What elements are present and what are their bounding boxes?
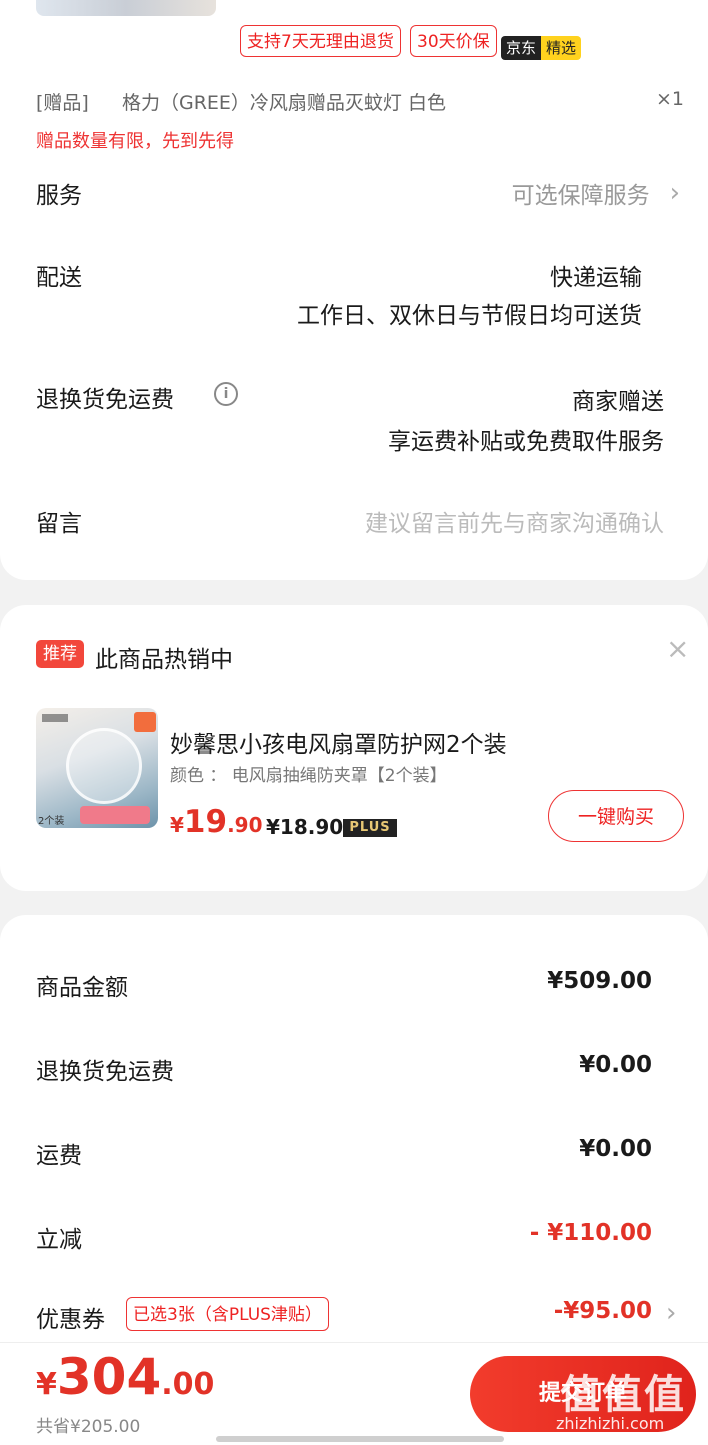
return-freight-sum-value: ¥0.00 (579, 1052, 652, 1078)
site-watermark-url: zhizhizhi.com (556, 1414, 665, 1433)
message-label: 留言 (36, 511, 82, 537)
chevron-right-icon: › (669, 178, 680, 208)
return-freight-sum-label: 退换货免运费 (36, 1059, 174, 1085)
coupon-label: 优惠券 (36, 1307, 105, 1333)
discount-value: - ¥110.00 (529, 1220, 652, 1246)
price-integer: 19 (183, 804, 228, 840)
fan-cover-graphic (66, 728, 142, 804)
goods-amount-value: ¥509.00 (547, 968, 652, 994)
jd-badge-part2: 精选 (541, 36, 582, 60)
saved-amount: 共省¥205.00 (36, 1417, 141, 1437)
delivery-label: 配送 (36, 265, 82, 291)
coupon-selected-chip[interactable]: 已选3张（含PLUS津贴） (126, 1297, 329, 1331)
product-thumbnail[interactable] (36, 0, 216, 16)
recommend-product-name[interactable]: 妙馨思小孩电风扇罩防护网2个装 (170, 725, 507, 759)
freight-label: 运费 (36, 1143, 82, 1169)
total-integer: 304 (56, 1348, 162, 1406)
gift-name: 格力（GREE）冷风扇赠品灭蚊灯 白色 (122, 92, 446, 114)
message-input[interactable]: 建议留言前先与商家沟通确认 (365, 504, 664, 538)
gift-prefix: [赠品] (36, 92, 89, 114)
coupon-chevron-icon[interactable]: › (666, 1298, 676, 1328)
info-icon[interactable]: i (214, 382, 238, 406)
goods-amount-label: 商品金额 (36, 975, 128, 1001)
order-info-card: 支持7天无理由退货 30天价保 京东 精选 [赠品] 格力（GREE）冷风扇赠品… (0, 0, 708, 580)
price-decimal: .90 (227, 813, 263, 837)
home-indicator[interactable] (216, 1436, 504, 1442)
recommend-price: ¥ 19 .90 (170, 804, 263, 840)
freight-value: ¥0.00 (579, 1136, 652, 1162)
recommend-product-image[interactable]: 2个装 (36, 708, 158, 828)
return-policy-tag: 支持7天无理由退货 (240, 25, 401, 57)
recommend-product-spec: 颜色 ： 电风扇抽绳防夹罩【2个装】 (170, 766, 447, 786)
plus-price: ¥18.90 (266, 815, 344, 839)
promo-heart-icon (134, 712, 156, 732)
plus-badge: PLUS (343, 819, 397, 837)
return-freight-value: 商家赠送 (572, 389, 664, 415)
gift-note: 赠品数量有限，先到先得 (36, 131, 234, 152)
close-icon[interactable]: × (666, 632, 689, 665)
image-promo-strip (80, 806, 150, 824)
one-click-buy-button[interactable]: 一键购买 (548, 790, 684, 842)
service-value: 可选保障服务 (511, 183, 650, 209)
total-decimal: .00 (161, 1367, 215, 1402)
delivery-time: 工作日、双休日与节假日均可送货 (297, 303, 642, 329)
order-total: ¥ 304 .00 (36, 1348, 214, 1406)
image-tag: 2个装 (38, 816, 65, 827)
discount-label: 立减 (36, 1227, 82, 1253)
return-freight-label: 退换货免运费 (36, 387, 174, 413)
total-currency: ¥ (36, 1367, 57, 1402)
service-label: 服务 (36, 183, 82, 209)
service-selector[interactable]: 可选保障服务 › (512, 176, 680, 210)
gift-quantity: ×1 (655, 88, 684, 110)
recommend-badge: 推荐 (36, 640, 84, 668)
jd-selected-badge: 京东 精选 (501, 36, 582, 60)
delivery-method[interactable]: 快递运输 (550, 258, 642, 292)
recommend-title: 此商品热销中 (95, 647, 233, 673)
site-watermark: 值值值 (560, 1372, 686, 1418)
price-protect-tag: 30天价保 (410, 25, 497, 57)
price-symbol: ¥ (170, 813, 184, 837)
jd-badge-part1: 京东 (501, 36, 542, 60)
return-freight-desc: 享运费补贴或免费取件服务 (388, 429, 664, 455)
coupon-value[interactable]: -¥95.00 (554, 1298, 652, 1324)
brand-logo-mark (42, 714, 68, 722)
